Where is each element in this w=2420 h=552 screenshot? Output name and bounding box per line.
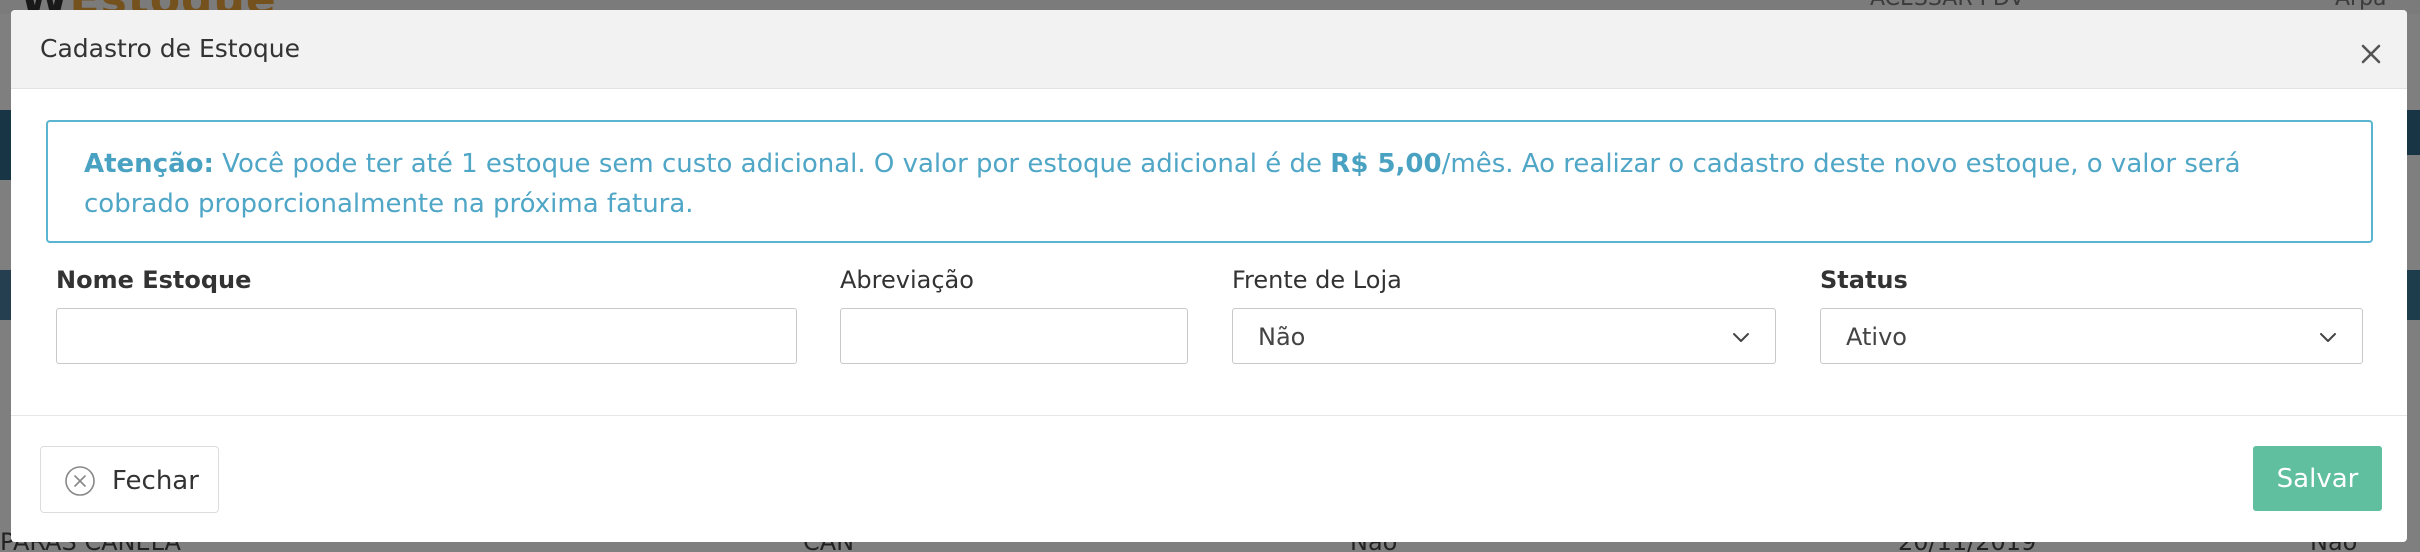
frente-de-loja-value: Não — [1258, 323, 1306, 351]
close-button-label: Fechar — [112, 466, 199, 496]
pricing-alert: Atenção: Você pode ter até 1 estoque sem… — [46, 120, 2373, 243]
modal-header: Cadastro de Estoque — [11, 10, 2407, 89]
nome-estoque-label: Nome Estoque — [56, 266, 252, 294]
close-icon[interactable] — [2353, 36, 2389, 72]
nome-estoque-input[interactable] — [56, 308, 797, 364]
status-label: Status — [1820, 266, 1908, 294]
save-button[interactable]: Salvar — [2253, 446, 2382, 511]
modal-title: Cadastro de Estoque — [40, 34, 300, 63]
status-value: Ativo — [1846, 323, 1907, 351]
status-select[interactable]: Ativo — [1820, 308, 2363, 364]
abreviacao-label: Abreviação — [840, 266, 974, 294]
alert-lead: Atenção: — [84, 149, 214, 179]
footer-divider — [11, 415, 2407, 416]
close-circle-icon — [65, 466, 95, 496]
save-button-label: Salvar — [2276, 464, 2359, 494]
chevron-down-icon — [2320, 333, 2336, 342]
frente-de-loja-select[interactable]: Não — [1232, 308, 1776, 364]
chevron-down-icon — [1733, 333, 1749, 342]
close-button[interactable]: Fechar — [40, 446, 219, 513]
frente-de-loja-label: Frente de Loja — [1232, 266, 1402, 294]
alert-text: Você pode ter até 1 estoque sem custo ad… — [213, 149, 1331, 179]
alert-price: R$ 5,00 — [1330, 149, 1442, 179]
stock-registration-modal: Cadastro de Estoque Atenção: Você pode t… — [11, 10, 2407, 542]
abreviacao-input[interactable] — [840, 308, 1188, 364]
